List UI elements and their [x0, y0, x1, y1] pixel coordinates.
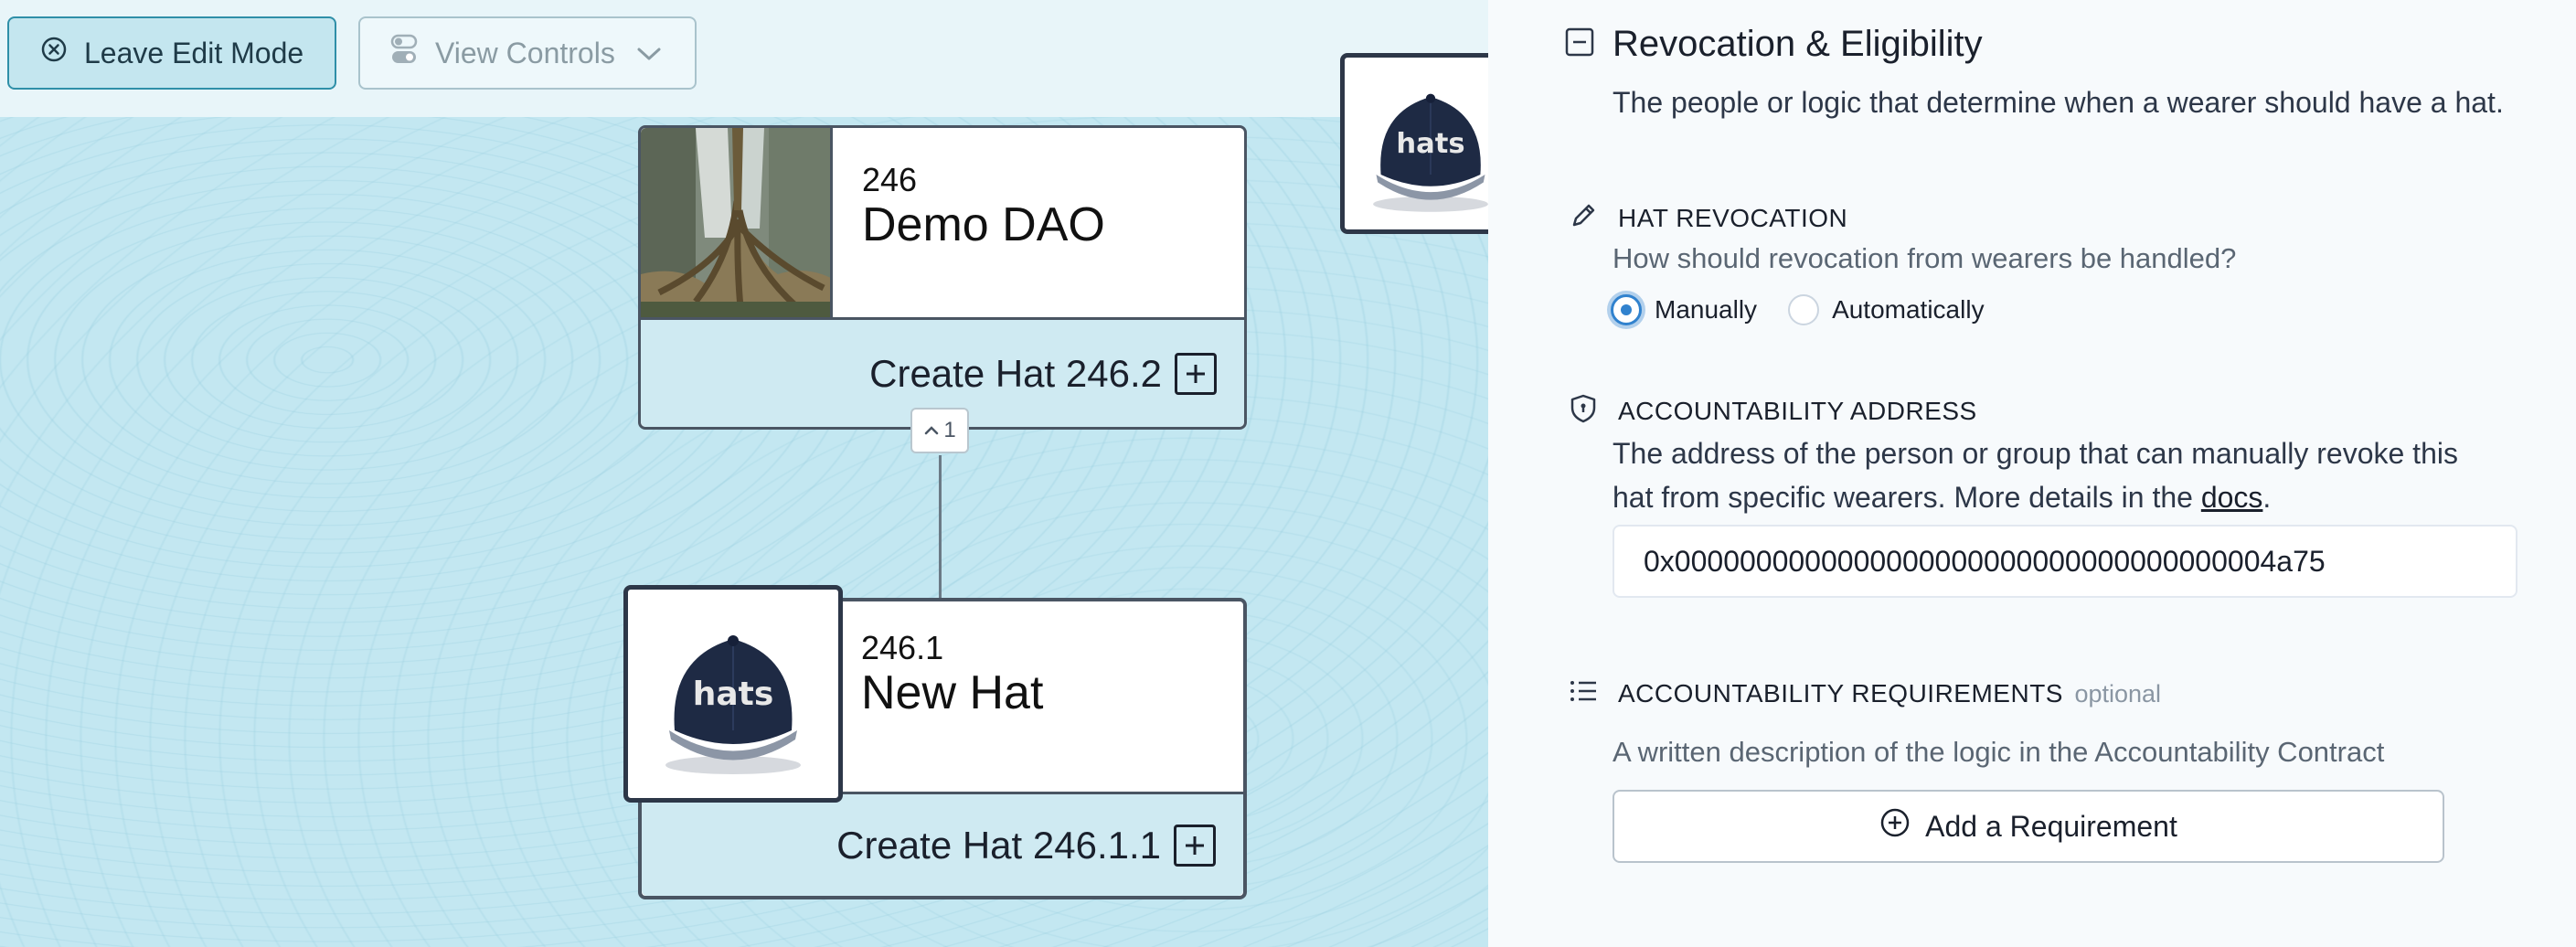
view-controls-button[interactable]: View Controls: [358, 16, 697, 90]
cap-icon: hats: [1373, 93, 1488, 212]
revocation-options: Manually Automatically: [1611, 294, 1985, 325]
collapse-section-icon[interactable]: [1565, 27, 1594, 61]
create-hat-button[interactable]: Create Hat 246.1.1: [642, 792, 1243, 896]
list-icon: [1569, 678, 1598, 708]
radio-automatically[interactable]: Automatically: [1788, 294, 1985, 325]
close-circle-icon: [40, 36, 68, 70]
section-description: The people or logic that determine when …: [1613, 86, 2504, 119]
cap-icon: hats: [665, 635, 801, 774]
hat-card-246[interactable]: 246 Demo DAO Create Hat 246.2: [638, 125, 1247, 430]
accountability-help: The address of the person or group that …: [1613, 431, 2458, 519]
level-count: 1: [943, 418, 956, 442]
accountability-address-input[interactable]: 0x0000000000000000000000000000000000004a…: [1613, 525, 2517, 598]
optional-tag: optional: [2074, 679, 2162, 708]
hat-id: 246: [862, 161, 918, 198]
hat-name: New Hat: [861, 666, 1044, 719]
plus-circle-icon: [1879, 807, 1911, 846]
create-hat-label: Create Hat 246.2: [869, 351, 1162, 395]
hat-id: 246.1: [861, 629, 944, 666]
hat-image: hats: [623, 585, 843, 803]
radio-button[interactable]: [1788, 294, 1820, 325]
hat-name: Demo DAO: [862, 198, 1105, 251]
selected-hat-image: hats: [1340, 53, 1488, 234]
plus-icon: [1175, 352, 1217, 395]
hat-card-header: 246 Demo DAO: [641, 128, 1244, 318]
logo-text: hats: [1396, 128, 1464, 160]
revocation-question: How should revocation from wearers be ha…: [1613, 242, 2237, 274]
add-requirement-label: Add a Requirement: [1925, 809, 2177, 843]
pencil-icon: [1569, 201, 1598, 235]
requirements-help: A written description of the logic in th…: [1613, 736, 2385, 768]
accountability-label-row: ACCOUNTABILITY ADDRESS: [1569, 393, 1977, 429]
add-requirement-button[interactable]: Add a Requirement: [1613, 790, 2444, 863]
logo-text: hats: [693, 676, 774, 713]
help-line: hat from specific wearers. More details …: [1613, 481, 2193, 514]
radio-button-checked[interactable]: [1611, 294, 1642, 325]
leave-edit-mode-label: Leave Edit Mode: [84, 36, 304, 69]
section-header: Revocation & Eligibility: [1565, 24, 1983, 65]
hat-revocation-label: HAT REVOCATION: [1618, 203, 1848, 232]
shield-icon: [1569, 393, 1598, 429]
collapse-level-badge[interactable]: 1: [910, 408, 969, 453]
docs-link[interactable]: docs: [2201, 481, 2263, 514]
chevron-up-icon: [923, 418, 940, 443]
period: .: [2262, 481, 2272, 514]
leave-edit-mode-button[interactable]: Leave Edit Mode: [7, 16, 336, 90]
hat-tree-canvas[interactable]: Leave Edit Mode View Controls 246 Demo D…: [0, 0, 1488, 947]
accountability-requirements-label: ACCOUNTABILITY REQUIREMENTS: [1618, 678, 2063, 708]
plus-icon: [1174, 824, 1216, 867]
canvas-toolbar: Leave Edit Mode View Controls: [0, 0, 1488, 117]
view-controls-label: View Controls: [435, 36, 615, 69]
radio-label: Manually: [1655, 295, 1758, 324]
revocation-label-row: HAT REVOCATION: [1569, 201, 1847, 235]
hat-image-forest: [641, 128, 833, 318]
tree-connector: [939, 455, 942, 598]
toggle-icon: [389, 33, 420, 73]
requirements-label-row: ACCOUNTABILITY REQUIREMENTS optional: [1569, 678, 2161, 708]
section-title: Revocation & Eligibility: [1613, 24, 1983, 64]
hat-edit-panel: Revocation & Eligibility The people or l…: [1488, 0, 2576, 947]
chevron-down-icon: [635, 37, 663, 70]
create-hat-label: Create Hat 246.1.1: [836, 823, 1161, 867]
accountability-address-label: ACCOUNTABILITY ADDRESS: [1618, 396, 1977, 425]
radio-manually[interactable]: Manually: [1611, 294, 1757, 325]
help-line: The address of the person or group that …: [1613, 437, 2458, 470]
radio-label: Automatically: [1832, 295, 1985, 324]
